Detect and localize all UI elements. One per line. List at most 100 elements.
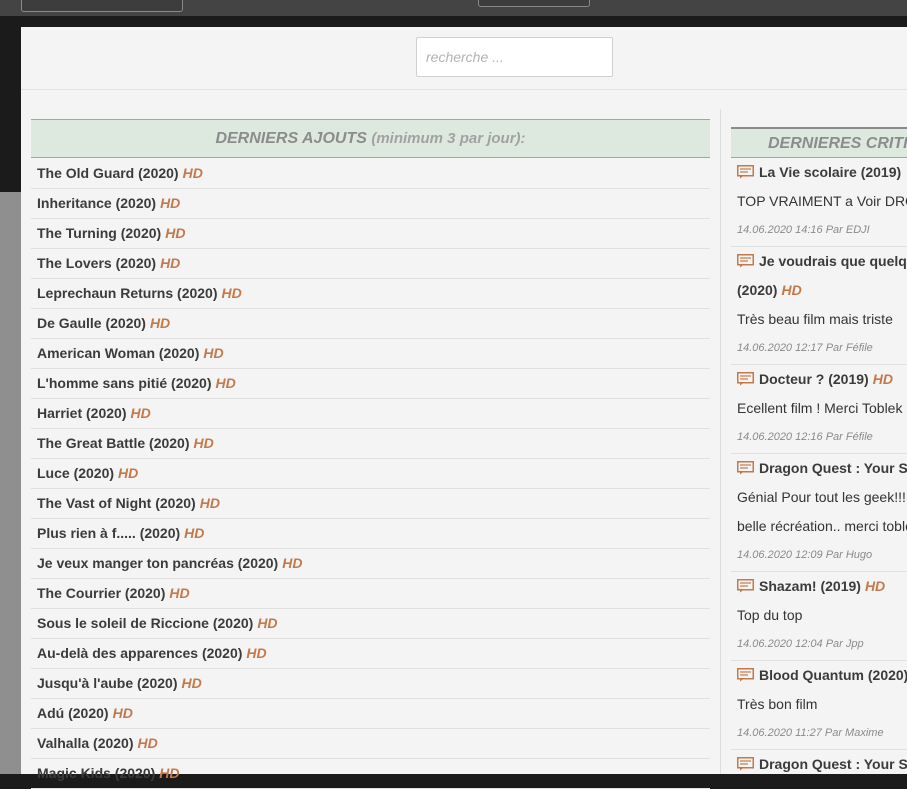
hd-badge: HD xyxy=(199,495,220,511)
film-list-item[interactable]: Magic Kids (2020) HD xyxy=(31,759,710,789)
film-title-link[interactable]: Inheritance (2020) xyxy=(37,195,156,211)
film-title-link[interactable]: The Old Guard (2020) xyxy=(37,165,179,181)
review-separator xyxy=(731,246,907,247)
hd-badge: HD xyxy=(246,645,267,661)
review-separator xyxy=(731,364,907,365)
film-title-link[interactable]: Je veux manger ton pancréas (2020) xyxy=(37,555,278,571)
hd-badge: HD xyxy=(137,735,158,751)
latest-reviews-title: DERNIERES CRITIQUES xyxy=(768,135,907,152)
comment-icon xyxy=(737,668,754,682)
film-title-link[interactable]: Valhalla (2020) xyxy=(37,735,134,751)
film-list-item[interactable]: Au-delà des apparences (2020) HD xyxy=(31,639,710,669)
review-film-title[interactable]: Dragon Quest : Your Story (2020) xyxy=(759,460,907,476)
review-film-title[interactable]: Je voudrais que quelqu'un m'attende quel… xyxy=(759,253,907,269)
hd-badge: HD xyxy=(118,465,139,481)
review-film-title[interactable]: Blood Quantum (2020) xyxy=(759,667,907,683)
review-meta: 14.06.2020 12:17 Par Féfile xyxy=(737,342,873,354)
review-title-link[interactable]: Dragon Quest : Your Story (2020) xyxy=(737,460,907,476)
hd-badge: HD xyxy=(781,282,802,298)
film-list-item[interactable]: Leprechaun Returns (2020) HD xyxy=(31,279,710,309)
film-list-item[interactable]: American Woman (2020) HD xyxy=(31,339,710,369)
review-title-link[interactable]: Docteur ? (2019) HD xyxy=(737,371,893,387)
film-title-link[interactable]: Sous le soleil de Riccione (2020) xyxy=(37,615,253,631)
film-list-item[interactable]: The Great Battle (2020) HD xyxy=(31,429,710,459)
film-list-item[interactable]: Valhalla (2020) HD xyxy=(31,729,710,759)
review-title-link[interactable]: Blood Quantum (2020) xyxy=(737,667,907,683)
hd-badge: HD xyxy=(215,375,236,391)
review-separator xyxy=(731,749,907,750)
review-title-link[interactable]: Je voudrais que quelqu'un m'attende quel… xyxy=(737,253,907,269)
hd-badge: HD xyxy=(159,765,180,781)
hd-badge: HD xyxy=(165,225,186,241)
film-title-link[interactable]: The Courrier (2020) xyxy=(37,585,165,601)
review-film-title[interactable]: La Vie scolaire (2019) xyxy=(759,164,901,180)
film-title-link[interactable]: Leprechaun Returns (2020) xyxy=(37,285,218,301)
latest-reviews-section: DERNIERES CRITIQUES La Vie scolaire (201… xyxy=(731,119,907,774)
film-title-link[interactable]: Plus rien à f..... (2020) xyxy=(37,525,180,541)
hd-badge: HD xyxy=(184,525,205,541)
film-title-link[interactable]: De Gaulle (2020) xyxy=(37,315,146,331)
film-title-link[interactable]: The Great Battle (2020) xyxy=(37,435,190,451)
review-title-continued[interactable]: (2020) HD xyxy=(737,282,802,298)
review-film-title[interactable]: Dragon Quest : Your Story (2020) xyxy=(759,756,907,772)
latest-reviews-header: DERNIERES CRITIQUES xyxy=(731,127,907,158)
column-divider xyxy=(720,109,721,774)
film-list-item[interactable]: The Courrier (2020) HD xyxy=(31,579,710,609)
search-bar xyxy=(21,27,907,90)
review-separator xyxy=(731,453,907,454)
film-list-item[interactable]: The Turning (2020) HD xyxy=(31,219,710,249)
film-title-link[interactable]: Adú (2020) xyxy=(37,705,109,721)
hd-badge: HD xyxy=(221,285,242,301)
latest-additions-header: DERNIERS AJOUTS (minimum 3 par jour): xyxy=(31,119,710,158)
review-title-link[interactable]: La Vie scolaire (2019) xyxy=(737,164,901,180)
film-title-link[interactable]: Au-delà des apparences (2020) xyxy=(37,645,242,661)
hd-badge: HD xyxy=(169,585,190,601)
comment-icon xyxy=(737,372,754,386)
navbar-button[interactable] xyxy=(21,0,183,12)
review-film-year[interactable]: (2020) xyxy=(737,282,777,298)
latest-additions-subtitle: (minimum 3 par jour): xyxy=(371,130,526,147)
comment-icon xyxy=(737,165,754,179)
film-list-item[interactable]: Harriet (2020) HD xyxy=(31,399,710,429)
top-navbar xyxy=(0,0,907,16)
film-title-link[interactable]: The Lovers (2020) xyxy=(37,255,156,271)
hd-badge: HD xyxy=(130,405,151,421)
film-title-link[interactable]: Harriet (2020) xyxy=(37,405,127,421)
review-meta: 14.06.2020 11:27 Par Maxime xyxy=(737,727,884,739)
film-list-item[interactable]: De Gaulle (2020) HD xyxy=(31,309,710,339)
film-list-item[interactable]: The Vast of Night (2020) HD xyxy=(31,489,710,519)
film-list-item[interactable]: Sous le soleil de Riccione (2020) HD xyxy=(31,609,710,639)
latest-additions-section: DERNIERS AJOUTS (minimum 3 par jour): Th… xyxy=(31,119,710,789)
hd-badge: HD xyxy=(193,435,214,451)
film-title-link[interactable]: L'homme sans pitié (2020) xyxy=(37,375,212,391)
film-list-item[interactable]: Jusqu'à l'aube (2020) HD xyxy=(31,669,710,699)
film-list-item[interactable]: The Lovers (2020) HD xyxy=(31,249,710,279)
hd-badge: HD xyxy=(257,615,278,631)
latest-additions-title: DERNIERS AJOUTS xyxy=(215,130,367,147)
review-title-link[interactable]: Shazam! (2019) HD xyxy=(737,578,885,594)
review-meta: 14.06.2020 12:16 Par Féfile xyxy=(737,431,873,443)
search-input[interactable] xyxy=(416,37,613,77)
review-title-link[interactable]: Dragon Quest : Your Story (2020) xyxy=(737,756,907,772)
review-film-title[interactable]: Shazam! (2019) xyxy=(759,578,861,594)
film-title-link[interactable]: American Woman (2020) xyxy=(37,345,199,361)
film-list-item[interactable]: Inheritance (2020) HD xyxy=(31,189,710,219)
review-film-title[interactable]: Docteur ? (2019) xyxy=(759,371,869,387)
film-list-item[interactable]: Adú (2020) HD xyxy=(31,699,710,729)
film-title-link[interactable]: The Vast of Night (2020) xyxy=(37,495,196,511)
main-panel: DERNIERS AJOUTS (minimum 3 par jour): Th… xyxy=(21,27,907,789)
film-list-item[interactable]: Luce (2020) HD xyxy=(31,459,710,489)
review-separator xyxy=(731,571,907,572)
film-title-link[interactable]: Jusqu'à l'aube (2020) xyxy=(37,675,178,691)
film-list-item[interactable]: Plus rien à f..... (2020) HD xyxy=(31,519,710,549)
film-list-item[interactable]: The Old Guard (2020) HD xyxy=(31,159,710,189)
navbar-menu-button[interactable] xyxy=(478,0,590,7)
film-list-item[interactable]: Je veux manger ton pancréas (2020) HD xyxy=(31,549,710,579)
film-list-item[interactable]: L'homme sans pitié (2020) HD xyxy=(31,369,710,399)
comment-icon xyxy=(737,254,754,268)
film-title-link[interactable]: Magic Kids (2020) xyxy=(37,765,155,781)
film-title-link[interactable]: The Turning (2020) xyxy=(37,225,161,241)
hd-badge: HD xyxy=(181,675,202,691)
review-text: Très beau film mais triste xyxy=(737,311,893,327)
film-title-link[interactable]: Luce (2020) xyxy=(37,465,114,481)
